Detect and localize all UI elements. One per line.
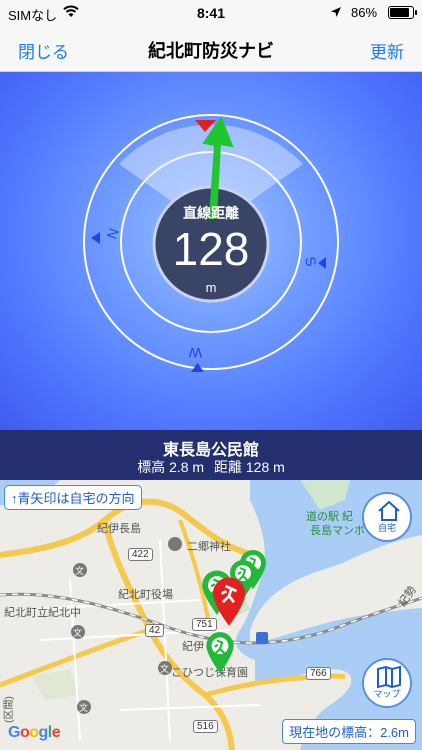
- route-shield-42: 42: [145, 624, 165, 637]
- map-label-kihoku-office: 紀北町役場: [118, 589, 173, 601]
- status-bar: SIMなし 8:41 86%: [0, 0, 422, 26]
- destination-elevation: 標高 2.8 m: [137, 459, 205, 475]
- map-button-label: マップ: [373, 689, 401, 699]
- map-label-kii-nagashima: 紀伊長島: [97, 523, 141, 535]
- map-label-michi-no-eki-2: 長島マンボ: [310, 525, 365, 537]
- station-icon: [256, 632, 268, 644]
- navigation-bar: 閉じる 紀北町防災ナビ 更新: [0, 26, 422, 72]
- destination-details: 標高 2.8 m 距離 128 m: [0, 457, 422, 477]
- svg-text:文: 文: [160, 663, 169, 674]
- home-button-label: 自宅: [377, 523, 396, 533]
- direction-n-label: N: [103, 226, 121, 241]
- destination-distance: 距離 128 m: [213, 459, 285, 475]
- battery-icon: [388, 6, 417, 19]
- google-logo: Google: [8, 724, 61, 741]
- route-shield-766: 766: [306, 667, 331, 680]
- distance-unit: m: [205, 280, 217, 295]
- battery-percentage: 86%: [351, 5, 378, 20]
- destination-info-bar: 東長島公民館 標高 2.8 m 距離 128 m: [0, 430, 422, 480]
- route-shield-422: 422: [128, 548, 153, 561]
- map-label-junior-high: 紀北町立紀北中: [4, 607, 81, 619]
- distance-caption: 直線距離: [183, 205, 239, 221]
- compass-panel: N S W 直線距離 128 m: [0, 72, 422, 430]
- home-icon: [378, 500, 400, 521]
- home-button[interactable]: 自宅: [362, 492, 412, 542]
- direction-w-label: W: [188, 345, 202, 361]
- shelter-pin-4[interactable]: [204, 630, 236, 674]
- direction-hint: ↑青矢印は自宅の方向: [4, 485, 142, 510]
- svg-text:文: 文: [73, 627, 82, 638]
- page-title: 紀北町防災ナビ: [148, 41, 274, 61]
- svg-text:文: 文: [79, 702, 88, 713]
- current-elevation: 現在地の標高：2.6m: [282, 719, 416, 744]
- selected-shelter-pin[interactable]: [210, 575, 248, 627]
- direction-s-label: S: [302, 255, 320, 268]
- map-button[interactable]: マップ: [362, 658, 412, 708]
- map-book-icon: [377, 666, 401, 688]
- map-label-ward: (区間): [3, 696, 15, 723]
- map-label-kii-station: 紀伊: [182, 641, 204, 653]
- svg-text:文: 文: [75, 565, 84, 576]
- route-shield-516: 516: [193, 720, 218, 733]
- map-label-nigo-shrine: 二郷神社: [187, 541, 231, 553]
- west-marker-icon: [91, 232, 100, 244]
- shrine-icon: [168, 537, 182, 551]
- distance-value: 128: [172, 223, 250, 275]
- refresh-button[interactable]: 更新: [370, 38, 404, 63]
- map-view[interactable]: 文 文 文 文 紀伊長島 二郷神社 紀北町役場 紀北町立紀北中 紀伊 こひつじ保…: [0, 480, 422, 750]
- location-arrow-icon: [331, 7, 341, 17]
